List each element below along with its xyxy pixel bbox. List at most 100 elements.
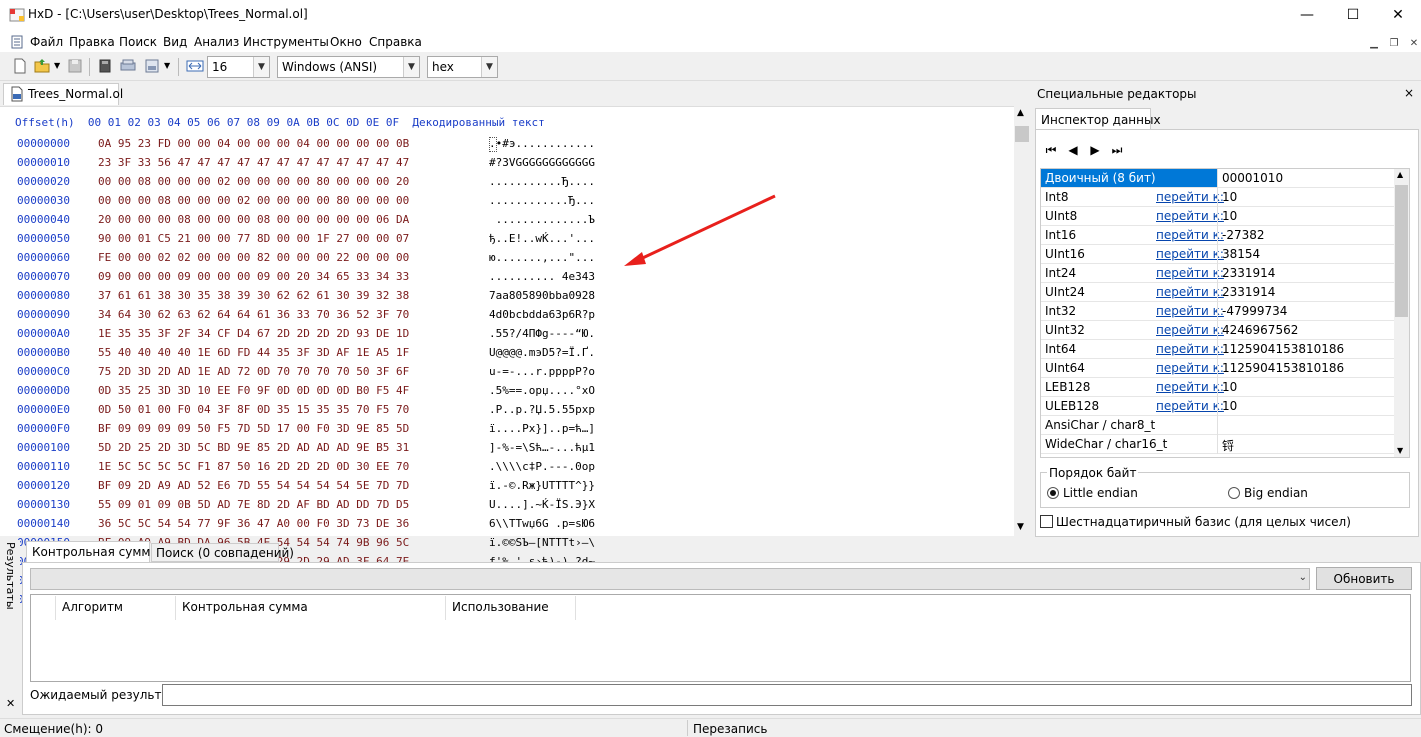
inspector-row[interactable]: Int8 перейти к: 10 — [1041, 188, 1397, 207]
hex-row[interactable]: 00000080 37 61 61 38 30 35 38 39 30 62 62… — [17, 289, 595, 308]
hex-row[interactable]: 000000D0 0D 35 25 3D 3D 10 EE F0 9F 0D 0D… — [17, 384, 595, 403]
scroll-down-icon[interactable]: ▼ — [1397, 446, 1403, 455]
hex-row[interactable]: 00000000 0A 95 23 FD 00 00 04 00 00 00 04… — [17, 137, 595, 156]
inspector-row[interactable]: UInt16 перейти к: 38154 — [1041, 245, 1397, 264]
hex-row[interactable]: 000000F0 BF 09 09 09 09 50 F5 7D 5D 17 00… — [17, 422, 595, 441]
inspector-value[interactable]: 锊 — [1222, 437, 1234, 454]
row-decoded-text[interactable]: .\\\\с‡P.---.0оp — [489, 460, 595, 473]
inspector-value[interactable]: 10 — [1222, 190, 1237, 204]
little-endian-radio[interactable] — [1047, 487, 1059, 499]
row-decoded-text[interactable]: ..............Ъ — [489, 213, 595, 226]
menu-tools[interactable]: Инструменты — [243, 35, 329, 49]
row-hex-bytes[interactable]: 55 40 40 40 40 1E 6D FD 44 35 3F 3D AF 1… — [98, 346, 409, 359]
expected-result-input[interactable] — [162, 684, 1412, 706]
inspector-value[interactable]: 10 — [1222, 209, 1237, 223]
menu-edit[interactable]: Правка — [69, 35, 115, 49]
bytes-per-row-select[interactable]: 16 ▼ — [207, 56, 270, 78]
goto-link[interactable]: перейти к: — [1156, 190, 1224, 204]
inspector-row[interactable]: WideChar / char16_t 锊 — [1041, 435, 1397, 454]
encoding-select[interactable]: Windows (ANSI) ▼ — [277, 56, 420, 78]
inspector-value[interactable]: 2331914 — [1222, 266, 1275, 280]
hex-row[interactable]: 00000140 36 5C 5C 54 54 77 9F 36 47 A0 00… — [17, 517, 595, 536]
hex-row[interactable]: 00000020 00 00 08 00 00 00 02 00 00 00 00… — [17, 175, 595, 194]
row-hex-bytes[interactable]: 37 61 61 38 30 35 38 39 30 62 62 61 30 3… — [98, 289, 409, 302]
previous-icon[interactable]: ◀ — [1065, 142, 1081, 158]
goto-link[interactable]: перейти к: — [1156, 266, 1224, 280]
row-hex-bytes[interactable]: 36 5C 5C 54 54 77 9F 36 47 A0 00 F0 3D 7… — [98, 517, 409, 530]
close-button[interactable]: ✕ — [1375, 0, 1421, 30]
row-decoded-text[interactable]: ї.-©.Rж}UTTTT^}} — [489, 479, 595, 492]
row-decoded-text[interactable]: 7aa805890bba0928 — [489, 289, 595, 302]
inspector-value[interactable]: 10 — [1222, 399, 1237, 413]
open-ram-icon[interactable] — [119, 57, 137, 75]
hex-row[interactable]: 00000100 5D 2D 25 2D 3D 5C BD 9E 85 2D AD… — [17, 441, 595, 460]
goto-link[interactable]: перейти к: — [1156, 285, 1224, 299]
inspector-value[interactable]: 38154 — [1222, 247, 1260, 261]
inspector-row[interactable]: ULEB128 перейти к: 10 — [1041, 397, 1397, 416]
document-icon[interactable] — [10, 35, 24, 49]
open-file-icon[interactable] — [33, 57, 51, 75]
save-icon[interactable] — [66, 57, 84, 75]
row-decoded-text[interactable]: 6\\TTwџ6G .р=sЮ6 — [489, 517, 595, 530]
open-disk-icon[interactable] — [96, 57, 114, 75]
row-hex-bytes[interactable]: 1E 35 35 3F 2F 34 CF D4 67 2D 2D 2D 2D 9… — [98, 327, 409, 340]
inspector-value[interactable]: -47999734 — [1222, 304, 1287, 318]
goto-link[interactable]: перейти к: — [1156, 399, 1224, 413]
hex-row[interactable]: 00000120 BF 09 2D A9 AD 52 E6 7D 55 54 54… — [17, 479, 595, 498]
big-endian-radio[interactable] — [1228, 487, 1240, 499]
row-decoded-text[interactable]: u-=-...r.ppppP?o — [489, 365, 595, 378]
row-hex-bytes[interactable]: 0D 35 25 3D 3D 10 EE F0 9F 0D 0D 0D 0D B… — [98, 384, 409, 397]
inspector-row[interactable]: UInt32 перейти к: 4246967562 — [1041, 321, 1397, 340]
hex-row[interactable]: 00000010 23 3F 33 56 47 47 47 47 47 47 47… — [17, 156, 595, 175]
inspector-value[interactable]: 1125904153810186 — [1222, 361, 1344, 375]
goto-link[interactable]: перейти к: — [1156, 209, 1224, 223]
row-hex-bytes[interactable]: BF 09 09 09 09 50 F5 7D 5D 17 00 F0 3D 9… — [98, 422, 409, 435]
row-hex-bytes[interactable]: 55 09 01 09 0B 5D AD 7E 8D 2D AF BD AD D… — [98, 498, 409, 511]
hex-base-label[interactable]: Шестнадцатиричный базис (для целых чисел… — [1056, 515, 1351, 529]
inspector-value[interactable]: 10 — [1222, 380, 1237, 394]
open-image-icon[interactable] — [143, 57, 161, 75]
minimize-button[interactable]: — — [1284, 0, 1330, 30]
mdi-minimize-icon[interactable]: ▁ — [1366, 36, 1382, 50]
goto-link[interactable]: перейти к: — [1156, 342, 1224, 356]
hex-row[interactable]: 00000040 20 00 00 00 08 00 00 00 08 00 00… — [17, 213, 595, 232]
row-decoded-text[interactable]: ............Ђ... — [489, 194, 595, 207]
row-hex-bytes[interactable]: FE 00 00 02 02 00 00 00 82 00 00 00 22 0… — [98, 251, 409, 264]
inspector-row[interactable]: Int32 перейти к: -47999734 — [1041, 302, 1397, 321]
row-decoded-text[interactable]: .5%==.орџ....°хO — [489, 384, 595, 397]
display-mode-select[interactable]: hex ▼ — [427, 56, 498, 78]
row-hex-bytes[interactable]: 5D 2D 25 2D 3D 5C BD 9E 85 2D AD AD AD 9… — [98, 441, 409, 454]
inspector-scrollbar-thumb[interactable] — [1395, 185, 1408, 317]
image-dropdown-icon[interactable]: ▼ — [164, 61, 170, 70]
inspector-value[interactable]: -27382 — [1222, 228, 1265, 242]
inspector-value[interactable]: 4246967562 — [1222, 323, 1298, 337]
menu-window[interactable]: Окно — [330, 35, 362, 49]
row-hex-bytes[interactable]: 1E 5C 5C 5C 5C F1 87 50 16 2D 2D 2D 0D 3… — [98, 460, 409, 473]
row-hex-bytes[interactable]: 23 3F 33 56 47 47 47 47 47 47 47 47 47 4… — [98, 156, 409, 169]
row-decoded-text[interactable]: ...........Ђ.... — [489, 175, 595, 188]
inspector-value[interactable]: 2331914 — [1222, 285, 1275, 299]
inspector-value[interactable]: 1125904153810186 — [1222, 342, 1344, 356]
hex-base-checkbox[interactable] — [1040, 515, 1053, 528]
inspector-row[interactable]: Int64 перейти к: 1125904153810186 — [1041, 340, 1397, 359]
menu-help[interactable]: Справка — [369, 35, 422, 49]
row-hex-bytes[interactable]: 0A 95 23 FD 00 00 04 00 00 00 04 00 00 0… — [98, 137, 409, 150]
row-decoded-text[interactable]: ї.©©SЪ–[NTTTt›–\ — [489, 536, 595, 549]
row-hex-bytes[interactable]: 00 00 08 00 00 00 02 00 00 00 00 80 00 0… — [98, 175, 409, 188]
inspector-row[interactable]: AnsiChar / char8_t — [1041, 416, 1397, 435]
row-hex-bytes[interactable]: 09 00 00 00 09 00 00 00 09 00 20 34 65 3… — [98, 270, 409, 283]
open-dropdown-icon[interactable]: ▼ — [54, 61, 60, 70]
goto-link[interactable]: перейти к: — [1156, 380, 1224, 394]
mdi-close-icon[interactable]: ✕ — [1406, 36, 1421, 50]
row-decoded-text[interactable]: #?3VGGGGGGGGGGGG — [489, 156, 595, 169]
row-hex-bytes[interactable]: 0D 50 01 00 F0 04 3F 8F 0D 35 15 35 35 7… — [98, 403, 409, 416]
row-decoded-text[interactable]: ї....Px}]..р=ћ…] — [489, 422, 595, 435]
row-decoded-text[interactable]: .55?/4ПФg----“Ю. — [489, 327, 595, 340]
row-decoded-text[interactable]: 4d0bcbdda63p6R?p — [489, 308, 595, 321]
inspector-row[interactable]: LEB128 перейти к: 10 — [1041, 378, 1397, 397]
scroll-down-icon[interactable]: ▼ — [1017, 522, 1024, 532]
hex-row[interactable]: 00000030 00 00 00 08 00 00 00 02 00 00 00… — [17, 194, 595, 213]
row-decoded-text[interactable]: ђ..Е!..wЌ...'... — [489, 232, 595, 245]
goto-link[interactable]: перейти к: — [1156, 323, 1224, 337]
column-header-checksum[interactable]: Контрольная сумма — [182, 600, 308, 614]
